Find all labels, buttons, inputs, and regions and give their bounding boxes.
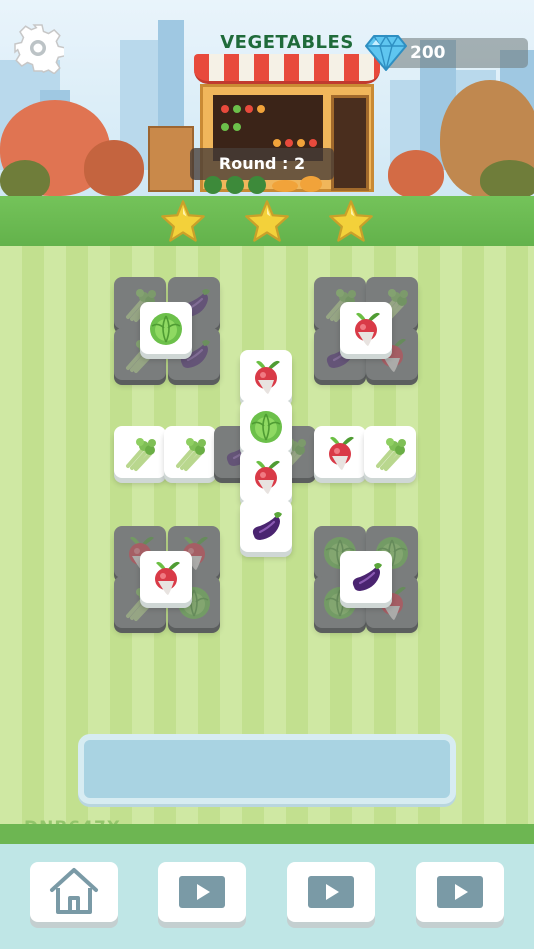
- tile-cabbage[interactable]: [140, 302, 192, 354]
- star-icon: [160, 198, 206, 244]
- tile-celery[interactable]: [164, 426, 216, 478]
- play-icon: [308, 876, 354, 908]
- celery-icon: [120, 432, 160, 472]
- tile-radish[interactable]: [314, 426, 366, 478]
- radish-icon: [346, 308, 386, 348]
- gem-count: 200: [410, 43, 446, 63]
- play-icon: [179, 876, 225, 908]
- home-icon: [50, 868, 98, 914]
- celery-icon: [170, 432, 210, 472]
- cabbage-icon: [246, 406, 286, 446]
- celery-icon: [370, 432, 410, 472]
- shop-sign: VEGETABLES: [220, 32, 354, 53]
- tree: [84, 140, 144, 196]
- bottom-grass: [0, 824, 534, 844]
- shop-awning: [194, 54, 380, 84]
- diamond-icon: [365, 34, 407, 71]
- eggplant-icon: [246, 506, 286, 546]
- home-button[interactable]: [30, 862, 118, 922]
- video-button-1[interactable]: [158, 862, 246, 922]
- video-button-2[interactable]: [287, 862, 375, 922]
- tile-eggplant[interactable]: [240, 500, 292, 552]
- bush: [0, 160, 50, 200]
- tile-celery[interactable]: [364, 426, 416, 478]
- tile-radish[interactable]: [340, 302, 392, 354]
- header-scene: VEGETABLES Round : 2 200: [0, 0, 534, 200]
- tile-celery[interactable]: [114, 426, 166, 478]
- radish-icon: [146, 557, 186, 597]
- tile-radish: [240, 350, 292, 402]
- star-icon: [328, 198, 374, 244]
- eggplant-icon: [346, 557, 386, 597]
- video-button-3[interactable]: [416, 862, 504, 922]
- crate: [148, 126, 194, 192]
- radish-icon: [320, 432, 360, 472]
- radish-icon: [246, 456, 286, 496]
- bush: [480, 160, 534, 200]
- cabbage-icon: [146, 308, 186, 348]
- radish-icon: [246, 356, 286, 396]
- play-icon: [437, 876, 483, 908]
- shop-door: [331, 95, 369, 191]
- star-rating: [0, 196, 534, 246]
- gear-icon: [14, 24, 66, 75]
- tile-cabbage: [240, 400, 292, 452]
- tile-radish[interactable]: [140, 551, 192, 603]
- tile-tray: [78, 734, 456, 804]
- tile-eggplant[interactable]: [340, 551, 392, 603]
- settings-button[interactable]: [12, 22, 66, 75]
- tree: [388, 150, 444, 198]
- tile-radish: [240, 450, 292, 502]
- star-icon: [244, 198, 290, 244]
